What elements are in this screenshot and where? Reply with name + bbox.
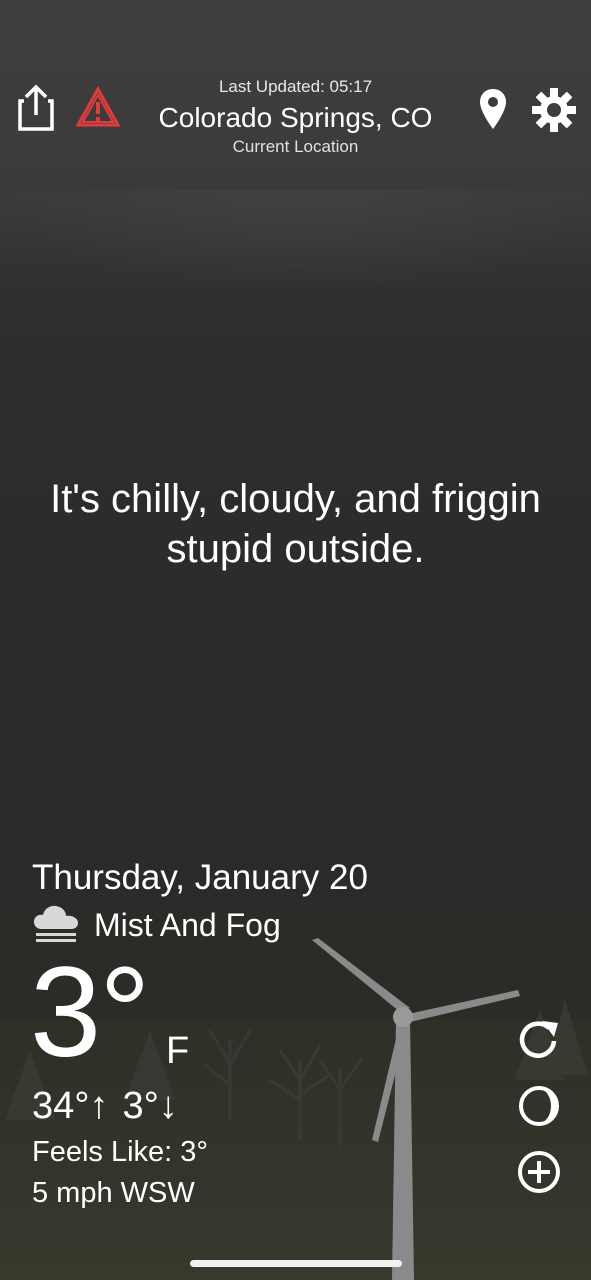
share-button[interactable] — [14, 82, 58, 132]
add-icon — [518, 1151, 560, 1193]
refresh-icon — [519, 1021, 558, 1058]
feels-like-text: Feels Like: 3° — [32, 1136, 209, 1168]
high-temperature: 34° — [32, 1085, 90, 1127]
location-pin-icon — [480, 89, 506, 129]
message-line: stupid outside. — [166, 527, 425, 571]
moon-phase-icon — [519, 1086, 559, 1126]
add-button[interactable] — [515, 1148, 563, 1196]
header: Last Updated: 05:17 Colorado Springs, CO… — [0, 0, 591, 170]
weather-alert-button[interactable] — [74, 84, 122, 130]
share-icon — [18, 84, 54, 131]
alert-icon — [75, 86, 121, 127]
temperature-unit[interactable]: F — [166, 1028, 189, 1074]
current-temperature: 3° — [30, 941, 150, 1084]
wind-text: 5 mph WSW — [32, 1177, 195, 1209]
refresh-button[interactable] — [515, 1016, 563, 1064]
last-updated-text: Last Updated: 05:17 — [218, 77, 373, 96]
location-type: Current Location — [232, 137, 359, 156]
locations-button[interactable] — [472, 86, 514, 132]
high-low-row: 34° ↑ 3° ↓ — [32, 1082, 178, 1130]
city-name: Colorado Springs, CO — [158, 102, 433, 133]
settings-button[interactable] — [528, 84, 580, 136]
gear-icon — [532, 88, 576, 132]
weather-message: It's chilly, cloudy, and friggin stupid … — [20, 474, 571, 574]
arrow-up-icon: ↑ — [89, 1085, 109, 1127]
message-line: It's chilly, cloudy, and friggin — [50, 477, 541, 521]
cloud-band — [0, 190, 591, 290]
arrow-down-icon: ↓ — [158, 1085, 178, 1127]
moon-phase-button[interactable] — [515, 1082, 563, 1130]
home-indicator[interactable] — [190, 1260, 402, 1267]
low-temperature: 3° — [122, 1085, 159, 1127]
date-text: Thursday, January 20 — [32, 858, 368, 897]
wind-turbine — [312, 938, 520, 1280]
location-header[interactable]: Last Updated: 05:17 Colorado Springs, CO… — [140, 76, 451, 158]
